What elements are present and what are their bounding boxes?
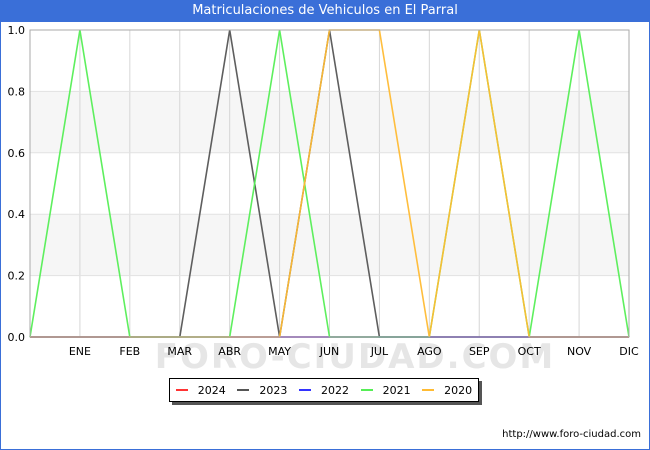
legend-swatch [298, 389, 311, 391]
y-tick-label: 0.8 [8, 85, 26, 98]
legend-item-2023: 2023 [233, 384, 291, 397]
y-tick-labels: 0.0 0.2 0.4 0.6 0.8 1.0 [8, 24, 26, 344]
legend-label: 2022 [320, 383, 349, 397]
legend: 2024 2023 2022 2021 2020 [169, 378, 479, 402]
x-tick-label: FEB [119, 345, 140, 358]
legend-item-2024: 2024 [172, 384, 230, 397]
legend-swatch [237, 389, 250, 391]
watermark-text: FORO-CIUDAD.COM [155, 337, 556, 377]
legend-label: 2024 [197, 383, 226, 397]
legend-label: 2021 [382, 383, 411, 397]
legend-swatch [422, 389, 435, 391]
legend-item-2020: 2020 [418, 384, 476, 397]
x-tick-label: JUN [319, 345, 340, 358]
legend-swatch [175, 389, 188, 391]
x-tick-label: AGO [417, 345, 442, 358]
y-tick-label: 0.6 [8, 147, 26, 160]
legend-swatch [360, 389, 373, 391]
x-tick-label: MAR [167, 345, 192, 358]
y-tick-label: 0.2 [8, 270, 26, 283]
legend-label: 2020 [444, 383, 473, 397]
x-tick-label: JUL [370, 345, 389, 358]
x-tick-label: DIC [619, 345, 639, 358]
x-tick-label: SEP [469, 345, 490, 358]
x-tick-label: MAY [268, 345, 291, 358]
x-tick-label: NOV [567, 345, 592, 358]
x-tick-label: OCT [518, 345, 541, 358]
footer-url: http://www.foro-ciudad.com [502, 429, 641, 440]
legend-item-2022: 2022 [295, 384, 353, 397]
legend-item-2021: 2021 [357, 384, 415, 397]
x-tick-label: ENE [69, 345, 91, 358]
y-tick-label: 0.4 [8, 208, 26, 221]
y-tick-label: 0.0 [8, 331, 26, 344]
x-tick-label: ABR [218, 345, 241, 358]
legend-label: 2023 [259, 383, 288, 397]
y-tick-label: 1.0 [8, 24, 26, 37]
